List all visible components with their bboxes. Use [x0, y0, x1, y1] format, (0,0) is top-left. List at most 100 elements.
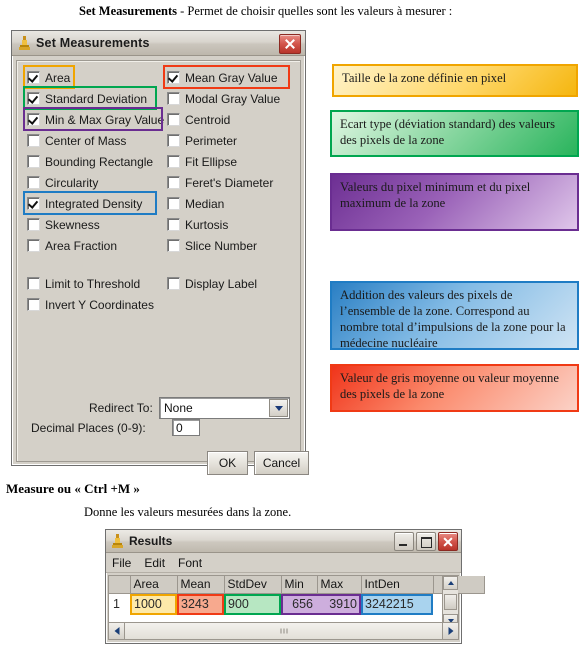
- checkbox-fit-ellipse[interactable]: Fit Ellipse: [167, 153, 237, 170]
- close-icon[interactable]: [438, 532, 458, 551]
- results-table-container: Area Mean StdDev Min Max IntDen 1 1000 3…: [108, 575, 485, 629]
- checkbox-kurtosis[interactable]: Kurtosis: [167, 216, 228, 233]
- intro-bold-term: Set Measurements: [79, 4, 178, 18]
- checkbox-label: Centroid: [185, 112, 231, 127]
- checkbox-label: Kurtosis: [185, 217, 229, 232]
- checkbox-centroid[interactable]: Centroid: [167, 111, 230, 128]
- col-index[interactable]: [109, 576, 131, 594]
- decimal-places-label: Decimal Places (0-9):: [31, 421, 146, 435]
- checkbox-box[interactable]: [27, 277, 40, 290]
- decimal-places-input[interactable]: 0: [172, 419, 200, 436]
- checkbox-bounding-rectangle[interactable]: Bounding Rectangle: [27, 153, 153, 170]
- checkbox-modal-gray-value[interactable]: Modal Gray Value: [167, 90, 280, 107]
- results-title-bar[interactable]: Results: [106, 530, 461, 553]
- checkbox-ferets-diameter[interactable]: Feret's Diameter: [167, 174, 273, 191]
- checkbox-box[interactable]: [167, 92, 180, 105]
- col-intden[interactable]: IntDen: [361, 576, 434, 594]
- vertical-scrollbar[interactable]: [442, 576, 458, 628]
- cell-stddev: 900: [224, 593, 281, 615]
- col-stddev[interactable]: StdDev: [224, 576, 282, 594]
- checkbox-box[interactable]: [167, 71, 180, 84]
- dialog-title: Set Measurements: [36, 36, 150, 50]
- checkbox-box[interactable]: [27, 113, 40, 126]
- redirect-to-label: Redirect To:: [89, 401, 153, 415]
- col-min[interactable]: Min: [281, 576, 318, 594]
- cell-area: 1000: [130, 593, 177, 615]
- cell-intden: 3242215: [361, 593, 433, 615]
- checkbox-box[interactable]: [167, 134, 180, 147]
- checkbox-label: Mean Gray Value: [185, 70, 278, 85]
- scroll-track[interactable]: [125, 623, 442, 639]
- maximize-icon[interactable]: [416, 532, 436, 551]
- checkbox-box[interactable]: [27, 197, 40, 210]
- menu-item-file[interactable]: File: [112, 556, 131, 570]
- checkbox-limit-to-threshold[interactable]: Limit to Threshold: [27, 275, 140, 292]
- checkbox-box[interactable]: [167, 239, 180, 252]
- col-mean[interactable]: Mean: [177, 576, 225, 594]
- checkbox-min-max-gray-value[interactable]: Min & Max Gray Value: [27, 111, 164, 128]
- checkbox-box[interactable]: [167, 197, 180, 210]
- checkbox-mean-gray-value[interactable]: Mean Gray Value: [167, 69, 278, 86]
- dialog-title-bar[interactable]: Set Measurements: [12, 31, 305, 56]
- checkbox-box[interactable]: [167, 155, 180, 168]
- checkbox-box[interactable]: [167, 218, 180, 231]
- checkbox-label: Bounding Rectangle: [45, 154, 154, 169]
- checkbox-standard-deviation[interactable]: Standard Deviation: [27, 90, 147, 107]
- checkbox-integrated-density[interactable]: Integrated Density: [27, 195, 142, 212]
- checkbox-box[interactable]: [167, 277, 180, 290]
- checkbox-label: Modal Gray Value: [185, 91, 281, 106]
- checkbox-display-label[interactable]: Display Label: [167, 275, 257, 292]
- cell-max: 3910: [317, 593, 361, 615]
- checkbox-circularity[interactable]: Circularity: [27, 174, 98, 191]
- checkbox-box[interactable]: [27, 176, 40, 189]
- checkbox-box[interactable]: [167, 176, 180, 189]
- close-icon[interactable]: [279, 34, 301, 54]
- checkbox-center-of-mass[interactable]: Center of Mass: [27, 132, 126, 149]
- col-max[interactable]: Max: [317, 576, 362, 594]
- horizontal-scrollbar[interactable]: [108, 622, 459, 640]
- checkbox-label: Skewness: [45, 217, 100, 232]
- cell-min: 656: [281, 593, 317, 615]
- checkbox-label: Area: [45, 70, 71, 85]
- scroll-right-icon[interactable]: [442, 623, 458, 639]
- redirect-to-select[interactable]: None: [159, 397, 290, 419]
- scroll-up-icon[interactable]: [443, 576, 458, 590]
- checkbox-box[interactable]: [27, 134, 40, 147]
- col-area[interactable]: Area: [130, 576, 178, 594]
- checkbox-box[interactable]: [27, 239, 40, 252]
- chevron-down-icon[interactable]: [269, 399, 288, 417]
- ok-button[interactable]: OK: [207, 451, 248, 475]
- checkbox-box[interactable]: [27, 155, 40, 168]
- checkbox-label: Median: [185, 196, 225, 211]
- results-title: Results: [129, 534, 173, 548]
- checkbox-area-fraction[interactable]: Area Fraction: [27, 237, 117, 254]
- checkbox-box[interactable]: [27, 92, 40, 105]
- checkbox-perimeter[interactable]: Perimeter: [167, 132, 237, 149]
- scroll-thumb[interactable]: [444, 594, 457, 610]
- menu-item-edit[interactable]: Edit: [144, 556, 165, 570]
- checkbox-box[interactable]: [167, 113, 180, 126]
- checkbox-invert-y-coordinates[interactable]: Invert Y Coordinates: [27, 296, 154, 313]
- checkbox-box[interactable]: [27, 298, 40, 311]
- callout-stddev: Ecart type (déviation standard) des vale…: [330, 110, 579, 157]
- checkbox-median[interactable]: Median: [167, 195, 224, 212]
- callout-intden: Addition des valeurs des pixels de l’ens…: [330, 281, 579, 350]
- cancel-button[interactable]: Cancel: [254, 451, 309, 475]
- checkbox-slice-number[interactable]: Slice Number: [167, 237, 257, 254]
- checkbox-label: Center of Mass: [45, 133, 127, 148]
- measure-section-subtext: Donne les valeurs mesurées dans la zone.: [84, 505, 292, 519]
- minimize-icon[interactable]: [394, 532, 414, 551]
- checkbox-label: Slice Number: [185, 238, 258, 253]
- table-row[interactable]: 1 1000 3243 900 656 3910 3242215: [109, 593, 484, 615]
- checkbox-label: Standard Deviation: [45, 91, 148, 106]
- col-blank[interactable]: [433, 576, 485, 594]
- checkbox-skewness[interactable]: Skewness: [27, 216, 100, 233]
- checkbox-label: Area Fraction: [45, 238, 118, 253]
- checkbox-box[interactable]: [27, 71, 40, 84]
- checkbox-box[interactable]: [27, 218, 40, 231]
- scroll-left-icon[interactable]: [109, 623, 125, 639]
- checkbox-area[interactable]: Area: [27, 69, 70, 86]
- microscope-icon: [111, 533, 124, 549]
- table-header-row: Area Mean StdDev Min Max IntDen: [109, 576, 485, 594]
- menu-item-font[interactable]: Font: [178, 556, 202, 570]
